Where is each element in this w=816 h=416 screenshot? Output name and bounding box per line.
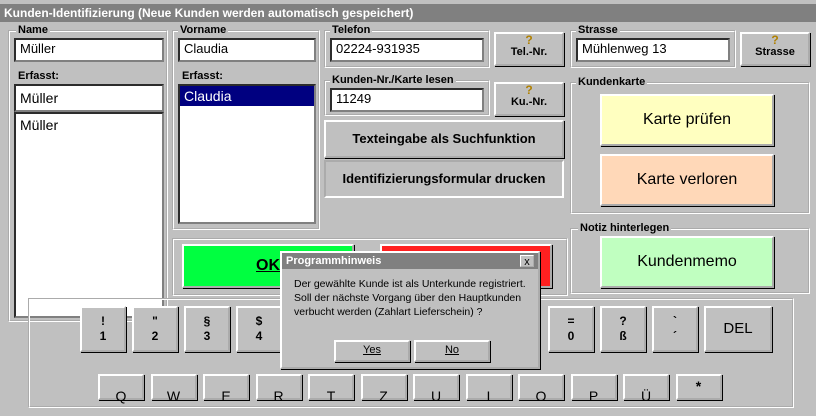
del-key[interactable]: DEL [704,306,772,352]
keyboard-key[interactable]: R [255,374,302,404]
telefon-input[interactable]: 02224-931935 [330,38,484,62]
keyboard-key[interactable]: Z [360,374,407,404]
telefon-label: Telefon [330,24,373,36]
key-bottom-char: ß [619,329,627,343]
name-label: Name [16,24,50,36]
keyboard-key[interactable]: U [413,374,459,404]
name-list-item[interactable]: Müller [16,116,162,134]
keyboard-key[interactable]: E [203,374,249,404]
keyboard-key[interactable]: ` ´ [652,306,698,352]
keyboard-key[interactable]: W [150,374,197,404]
vorname-list-item-selected[interactable]: Claudia [180,86,314,106]
strasse-input[interactable]: Mühlenweg 13 [576,38,730,62]
ok-button-label: OK [256,257,280,274]
dialog-message-line: verbucht werden (Zahlart Lieferschein) ? [294,306,483,318]
kundenmemo-button[interactable]: Kundenmemo [600,236,774,288]
key-top-char: § [203,314,211,328]
key-top-char: ? [619,314,627,328]
name-input[interactable]: Müller [14,38,164,62]
keyboard-key[interactable]: ? ß [600,306,646,352]
keyboard-key[interactable]: " 2 [132,306,178,352]
keyboard-key[interactable]: = 0 [548,306,594,352]
keyboard-key[interactable]: P [570,374,617,404]
ku-nr-search-button[interactable]: ? Ku.-Nr. [494,82,564,116]
kundennr-input[interactable]: 11249 [330,88,484,112]
key-top-char: $ [255,314,263,328]
key-top-char: " [152,314,158,328]
name-erfasst-field[interactable]: Müller [14,84,164,112]
key-icon: ? [525,83,533,97]
key-bottom-char: 4 [255,329,263,343]
no-button[interactable]: No [414,340,490,362]
vorname-erfasst-label: Erfasst: [180,70,225,82]
keyboard-key[interactable]: T [308,374,354,404]
drucken-button[interactable]: Identifizierungsformular drucken [324,160,564,198]
ku-nr-button-label: Ku.-Nr. [510,96,548,108]
kundennr-label: Kunden-Nr./Karte lesen [330,74,456,86]
texteingabe-button[interactable]: Texteingabe als Suchfunktion [324,120,564,158]
dialog-title: Programmhinweis [282,253,538,269]
key-bottom-char: 3 [203,329,211,343]
tel-nr-button-label: Tel.-Nr. [510,46,548,58]
name-list[interactable]: Müller [14,112,164,318]
karte-verloren-button[interactable]: Karte verloren [600,154,774,206]
tel-nr-search-button[interactable]: ? Tel.-Nr. [494,32,564,66]
keyboard-key[interactable]: I [465,374,512,404]
key-icon: ? [771,33,779,47]
karte-pruefen-button[interactable]: Karte prüfen [600,94,774,146]
key-top-char: = [567,314,575,328]
vorname-label: Vorname [178,24,229,36]
vorname-input[interactable]: Claudia [178,38,316,62]
vorname-list[interactable]: Claudia [178,84,316,224]
keyboard-key[interactable]: * [675,374,722,400]
key-top-char: ! [101,314,105,328]
key-icon: ? [525,33,533,47]
yes-button[interactable]: Yes [334,340,410,362]
strasse-search-button[interactable]: ? Strasse [740,32,810,66]
key-top-char: ` [673,314,677,328]
keyboard-key[interactable]: ! 1 [80,306,126,352]
name-erfasst-label: Erfasst: [16,70,61,82]
keyboard-key[interactable]: $4 [236,306,282,352]
notiz-label: Notiz hinterlegen [578,222,672,234]
close-icon[interactable]: x [520,255,534,268]
key-bottom-char: 1 [99,329,107,343]
key-bottom-char: ´ [673,329,677,343]
keyboard-key[interactable]: O [518,374,564,404]
keyboard-key[interactable]: § 3 [184,306,230,352]
keyboard-key[interactable]: Q [98,374,144,404]
window-title: Kunden-Identifizierung (Neue Kunden werd… [0,4,816,22]
strasse-label: Strasse [576,24,620,36]
dialog-message-line: Der gewählte Kunde ist als Unterkunde re… [294,278,526,290]
dialog-message-line: Soll der nächste Vorgang über den Hauptk… [294,292,522,304]
kundenkarte-label: Kundenkarte [576,76,648,88]
key-bottom-char: 2 [151,329,159,343]
programmhinweis-dialog: Programmhinweis x Der gewählte Kunde ist… [280,251,540,369]
key-bottom-char: 0 [567,329,575,343]
strasse-button-label: Strasse [755,46,795,58]
keyboard-key[interactable]: Ü [623,374,669,404]
